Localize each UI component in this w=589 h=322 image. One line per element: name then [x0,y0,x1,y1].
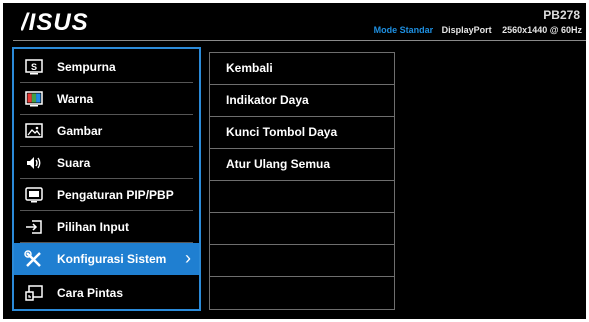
submenu: Kembali Indikator Daya Kunci Tombol Daya… [209,52,395,310]
submenu-item-atur-ulang-semua[interactable]: Atur Ulang Semua [210,149,394,181]
status-bar: Mode Standar DisplayPort 2560x1440 @ 60H… [374,25,582,35]
submenu-item-kunci-tombol-daya[interactable]: Kunci Tombol Daya [210,117,394,149]
asus-logo: /ISUS [21,9,89,35]
menu-item-pilihan-input[interactable]: Pilihan Input [14,211,199,243]
color-icon [23,90,45,108]
submenu-item-empty [210,245,394,277]
splendid-icon: S [23,58,45,76]
mode-indicator: Mode Standar [373,25,434,35]
menu-item-gambar[interactable]: Gambar [14,115,199,147]
input-icon [23,218,45,236]
shortcut-icon [23,284,45,302]
resolution-indicator: 2560x1440 @ 60Hz [502,25,582,35]
osd-screen: /ISUS PB278 Mode Standar DisplayPort 256… [3,3,586,319]
input-indicator: DisplayPort [441,25,492,35]
pip-icon [23,186,45,204]
menu-item-label: Warna [57,92,94,106]
menu-item-warna[interactable]: Warna [14,83,199,115]
menu-item-sempurna[interactable]: S Sempurna [14,51,199,83]
menu-item-label: Pengaturan PIP/PBP [57,188,174,202]
menu-item-label: Pilihan Input [57,220,129,234]
submenu-item-kembali[interactable]: Kembali [210,53,394,85]
menu-item-label: Konfigurasi Sistem [57,252,167,266]
menu-item-label: Gambar [57,124,103,138]
submenu-item-empty [210,181,394,213]
model-name: PB278 [543,8,580,22]
wrench-icon [23,250,45,268]
menu-item-label: Cara Pintas [57,286,124,300]
menu-item-cara-pintas[interactable]: Cara Pintas [14,277,199,309]
speaker-icon [23,154,45,172]
menu-item-label: Sempurna [57,60,116,74]
submenu-item-empty [210,213,394,245]
header-divider [13,40,586,41]
chevron-right-icon: › [185,248,191,268]
main-menu: S Sempurna Warna Gambar Suara Pengaturan… [12,47,201,311]
svg-text:/ISUS: /ISUS [21,9,89,35]
submenu-item-indikator-daya[interactable]: Indikator Daya [210,85,394,117]
menu-item-suara[interactable]: Suara [14,147,199,179]
menu-item-konfigurasi-sistem[interactable]: Konfigurasi Sistem › [14,243,199,275]
menu-item-label: Suara [57,156,91,170]
svg-text:S: S [31,62,37,72]
submenu-item-empty [210,277,394,309]
menu-item-pip-pbp[interactable]: Pengaturan PIP/PBP [14,179,199,211]
image-icon [23,122,45,140]
